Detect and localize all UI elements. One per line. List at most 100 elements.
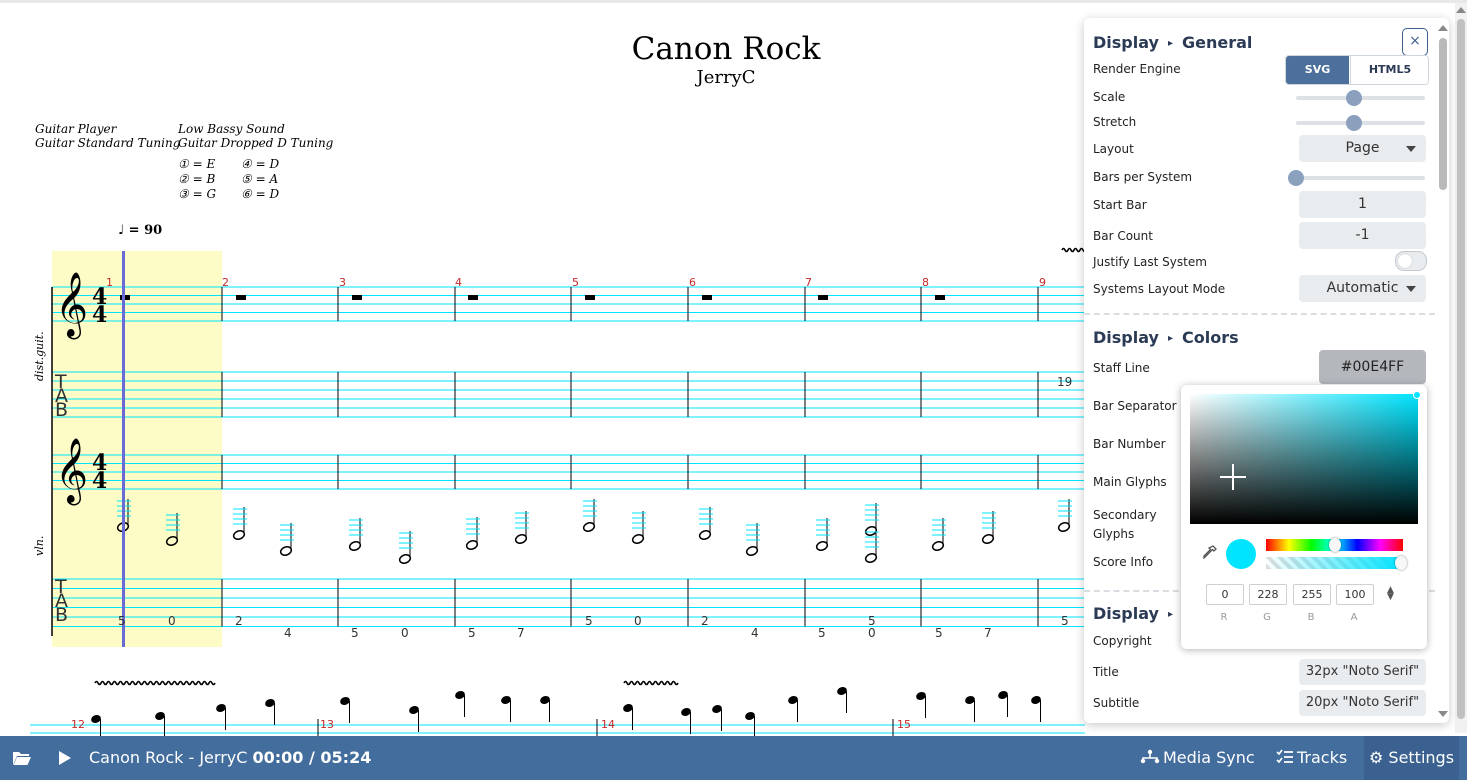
tab-fret-number: 5	[818, 626, 826, 640]
vibrato-mark	[94, 680, 216, 686]
score-info-label: Score Info	[1093, 555, 1154, 569]
subtitle-font-button[interactable]: 20px "Noto Serif"	[1299, 690, 1426, 716]
scroll-up-icon[interactable]	[1438, 25, 1448, 31]
time-signature-bottom: 4	[92, 302, 108, 328]
section-heading-general: Display ▸ General	[1093, 33, 1252, 52]
saturation-value-marker[interactable]	[1413, 391, 1421, 399]
bars-per-system-knob[interactable]	[1288, 170, 1304, 186]
tab-fret-number: 7	[517, 626, 525, 640]
triangle-right-icon: ▸	[1167, 333, 1173, 344]
bar-separator-label: Bar Separator	[1093, 399, 1177, 413]
render-engine-svg-option[interactable]: SVG	[1286, 56, 1349, 84]
scroll-down-icon[interactable]	[1438, 711, 1448, 717]
render-engine-toggle: SVG HTML5	[1285, 55, 1429, 85]
tab-fret-number: 2	[235, 614, 243, 628]
eyedropper-icon[interactable]	[1203, 545, 1217, 563]
tab-fret-number: 5	[118, 614, 126, 628]
scale-slider-knob[interactable]	[1346, 90, 1363, 106]
tab-fret-number: 5	[1061, 614, 1069, 628]
saturation-value-area[interactable]	[1190, 391, 1421, 524]
hue-slider[interactable]	[1266, 538, 1403, 552]
settings-button[interactable]: ⚙ Settings	[1364, 736, 1459, 780]
tab-fret-number: 5	[468, 626, 476, 640]
bars-per-system-slider[interactable]	[1288, 170, 1425, 186]
stretch-slider[interactable]	[1296, 115, 1425, 131]
channel-label: G	[1263, 612, 1271, 623]
section-display-label: Display	[1093, 604, 1159, 623]
tab-label: T A B	[55, 373, 69, 421]
tab-fret-number: 5	[585, 614, 593, 628]
red-channel-input[interactable]: 0	[1206, 584, 1244, 605]
page-scrollbar-thumb[interactable]	[1457, 19, 1465, 719]
stretch-label: Stretch	[1093, 115, 1137, 129]
scale-slider[interactable]	[1296, 90, 1425, 106]
whole-rest	[935, 295, 945, 300]
alpha-channel-input[interactable]: 100	[1336, 584, 1374, 605]
tab-fret-number: 7	[984, 626, 992, 640]
whole-rest	[818, 295, 828, 300]
color-picker: 0 228 255 100 ▲ ▼ R G B A	[1181, 385, 1427, 649]
tab-fret-number: 19	[1057, 375, 1073, 389]
tab-fret-number: 2	[701, 614, 709, 628]
bar-count-input[interactable]: -1	[1299, 222, 1426, 249]
bar-number: 5	[572, 276, 579, 289]
bar-number: 9	[1039, 276, 1046, 289]
tab-fret-number: 5	[935, 626, 943, 640]
vibrato-mark	[623, 680, 679, 686]
layout-label: Layout	[1093, 142, 1134, 156]
player-bottom-bar: Canon Rock - JerryC 00:00 / 05:24 Media …	[0, 736, 1467, 780]
scroll-up-icon[interactable]	[1456, 7, 1466, 13]
whole-rest	[352, 295, 362, 300]
scale-label: Scale	[1093, 90, 1126, 104]
section-heading-colors: Display ▸ Colors	[1093, 328, 1239, 347]
bar-count-label: Bar Count	[1093, 229, 1153, 243]
settings-label: Settings	[1388, 748, 1455, 767]
systems-layout-mode-select[interactable]: Automatic	[1299, 275, 1426, 302]
tracks-button[interactable]: Tracks	[1276, 736, 1347, 780]
render-engine-html5-option[interactable]: HTML5	[1350, 56, 1428, 84]
tab-letter: B	[55, 604, 69, 626]
bar-number: 1	[106, 276, 113, 289]
channel-label: A	[1350, 612, 1358, 623]
toggle-knob	[1398, 254, 1412, 268]
media-sync-label: Media Sync	[1163, 748, 1255, 767]
settings-scrollbar[interactable]	[1437, 22, 1449, 720]
bar-number: 2	[222, 276, 229, 289]
bar-number: 13	[320, 718, 334, 731]
start-bar-input[interactable]: 1	[1299, 191, 1426, 218]
alpha-slider[interactable]	[1266, 556, 1407, 570]
tracks-label: Tracks	[1297, 748, 1348, 767]
secondary-glyphs-line: Secondary	[1093, 508, 1157, 522]
alpha-slider-knob[interactable]	[1395, 556, 1407, 570]
format-toggle-icon[interactable]: ▲ ▼	[1387, 586, 1394, 602]
tab-fret-number: 0	[868, 626, 876, 640]
play-icon[interactable]	[58, 750, 72, 770]
time-signature-bottom: 4	[92, 468, 108, 494]
bars-per-system-label: Bars per System	[1093, 170, 1193, 184]
tab-letter: B	[55, 399, 69, 421]
stretch-slider-knob[interactable]	[1346, 115, 1363, 131]
layout-select[interactable]: Page	[1299, 135, 1426, 162]
title-font-button[interactable]: 32px "Noto Serif"	[1299, 659, 1426, 685]
page-scrollbar[interactable]	[1455, 3, 1467, 733]
settings-scrollbar-thumb[interactable]	[1439, 38, 1447, 190]
tab-fret-number: 4	[284, 626, 292, 640]
treble-clef-icon: 𝄞	[55, 438, 89, 503]
time-signature: 4 4	[92, 286, 108, 328]
playback-cursor[interactable]	[122, 251, 125, 647]
close-settings-button[interactable]: ×	[1402, 28, 1428, 56]
bar-number: 7	[805, 276, 812, 289]
systems-layout-mode-value: Automatic	[1326, 280, 1399, 296]
treble-clef-icon: 𝄞	[55, 272, 89, 337]
start-bar-label: Start Bar	[1093, 198, 1147, 212]
open-folder-icon[interactable]	[12, 749, 32, 771]
hue-slider-knob[interactable]	[1329, 538, 1341, 552]
main-glyphs-label: Main Glyphs	[1093, 475, 1167, 489]
media-sync-button[interactable]: Media Sync	[1140, 736, 1255, 780]
staff-line-color-button[interactable]: #00E4FF	[1319, 350, 1426, 384]
blue-channel-input[interactable]: 255	[1293, 584, 1331, 605]
systems-layout-mode-label: Systems Layout Mode	[1093, 282, 1226, 296]
green-channel-input[interactable]: 228	[1249, 584, 1287, 605]
justify-last-system-label: Justify Last System	[1093, 255, 1207, 269]
justify-last-system-toggle[interactable]	[1395, 251, 1427, 271]
